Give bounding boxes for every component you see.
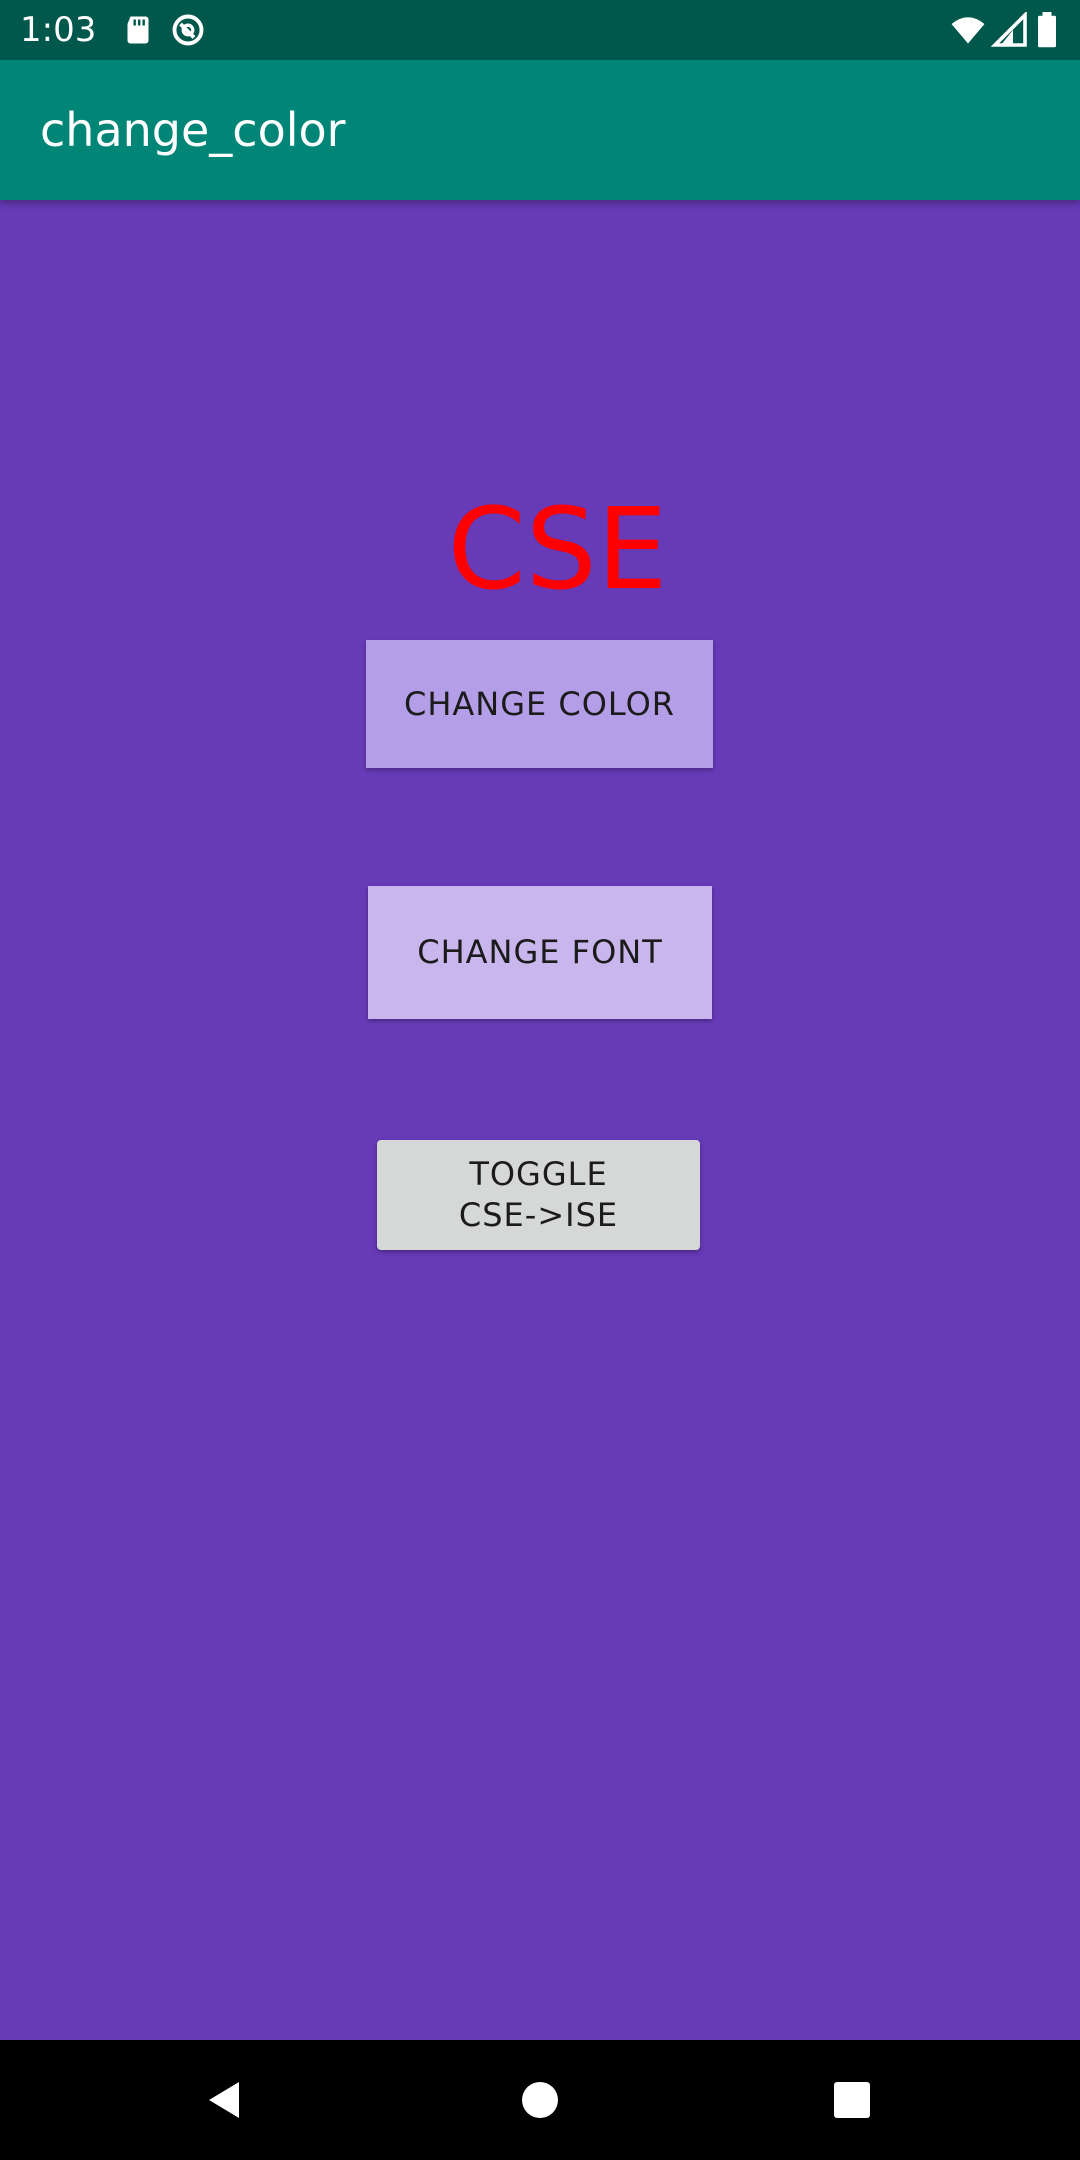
screen: 1:03 change_color CSE CHANGE COLOR CHANG… [0,0,1080,2160]
display-text: CSE [447,485,668,615]
battery-icon [1032,12,1062,48]
toggle-button-label-line2: CSE->ISE [458,1196,619,1234]
status-bar: 1:03 [0,0,1080,60]
toggle-button-label-line1: TOGGLE [469,1155,608,1193]
toggle-button[interactable]: TOGGLE CSE->ISE [377,1140,700,1250]
signal-icon [990,12,1030,48]
status-time: 1:03 [20,10,97,50]
back-icon[interactable] [205,2080,245,2120]
wifi-icon [948,12,988,48]
sd-card-icon [118,12,158,48]
main-content: CSE CHANGE COLOR CHANGE FONT TOGGLE CSE-… [0,200,1080,2040]
recents-icon[interactable] [832,2080,872,2120]
change-font-button[interactable]: CHANGE FONT [368,886,712,1019]
app-title: change_color [40,103,346,157]
sync-icon [168,12,208,48]
navigation-bar [0,2040,1080,2160]
change-color-button[interactable]: CHANGE COLOR [366,640,713,768]
home-icon[interactable] [520,2080,560,2120]
app-bar: change_color [0,60,1080,200]
